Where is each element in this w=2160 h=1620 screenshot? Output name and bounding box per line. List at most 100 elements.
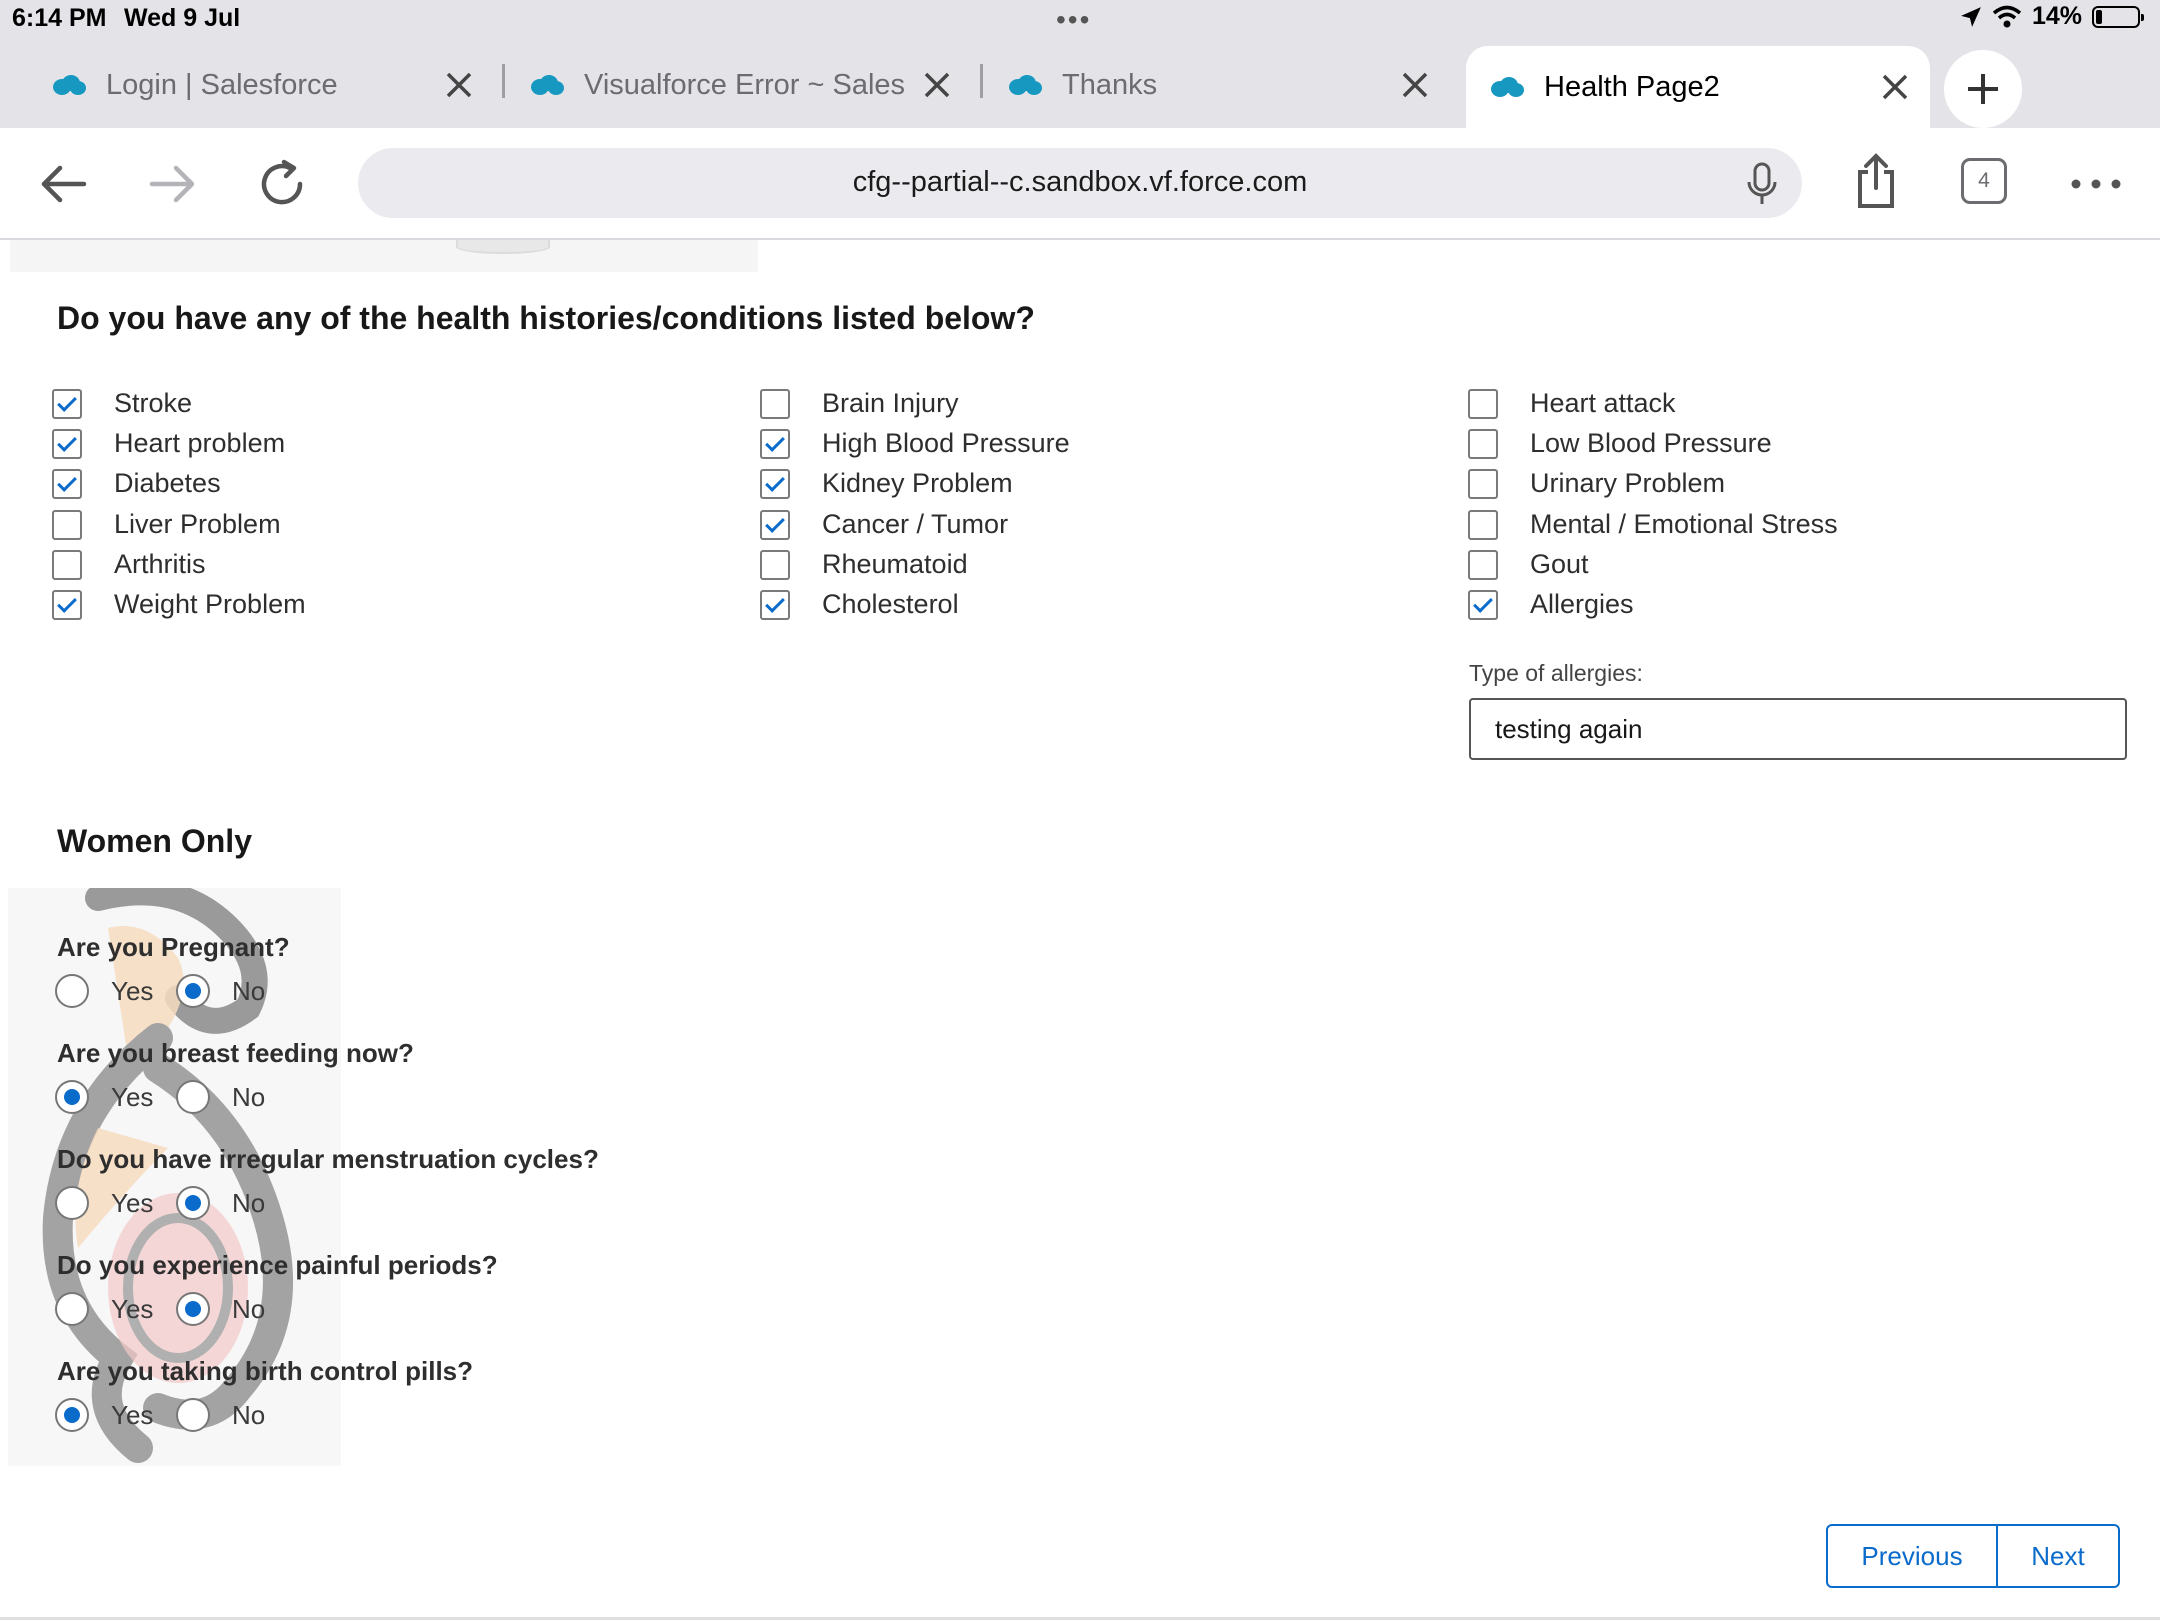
checkbox[interactable]: [760, 388, 790, 419]
radio-button[interactable]: [176, 1292, 210, 1326]
condition-checkbox-item[interactable]: Cholesterol: [760, 589, 959, 620]
condition-checkbox-item[interactable]: Kidney Problem: [760, 468, 1013, 499]
salesforce-cloud-icon: [53, 75, 86, 95]
checkbox-label: High Blood Pressure: [822, 428, 1070, 458]
checkbox[interactable]: [1468, 388, 1498, 419]
address-bar[interactable]: cfg--partial--c.sandbox.vf.force.com: [358, 148, 1802, 218]
checkbox[interactable]: [1468, 509, 1498, 540]
checkbox[interactable]: [760, 468, 790, 499]
radio-option-yes[interactable]: Yes: [55, 1292, 153, 1326]
women-question-label: Are you taking birth control pills?: [57, 1356, 474, 1386]
checkbox-label: Brain Injury: [822, 388, 959, 418]
multitasking-dots-icon[interactable]: •••: [1056, 4, 1091, 36]
checkbox[interactable]: [1468, 589, 1498, 620]
close-tab-icon[interactable]: [1878, 70, 1912, 104]
condition-checkbox-item[interactable]: Weight Problem: [52, 589, 306, 620]
radio-label: Yes: [111, 1293, 154, 1324]
condition-checkbox-item[interactable]: Liver Problem: [52, 509, 281, 540]
radio-button[interactable]: [176, 1186, 210, 1220]
checkbox-label: Weight Problem: [114, 589, 306, 619]
radio-option-yes[interactable]: Yes: [55, 1080, 153, 1114]
condition-checkbox-item[interactable]: Urinary Problem: [1468, 468, 1725, 499]
radio-label: No: [232, 975, 266, 1006]
checkbox-label: Allergies: [1530, 589, 1634, 619]
radio-button[interactable]: [176, 1398, 210, 1432]
checkbox[interactable]: [760, 428, 790, 459]
checkbox[interactable]: [52, 509, 82, 540]
radio-button[interactable]: [55, 1292, 89, 1326]
more-options-icon[interactable]: [2066, 154, 2126, 214]
checkbox[interactable]: [760, 589, 790, 620]
condition-checkbox-item[interactable]: Cancer / Tumor: [760, 509, 1008, 540]
condition-checkbox-item[interactable]: Diabetes: [52, 468, 221, 499]
women-question-label: Do you experience painful periods?: [57, 1250, 498, 1280]
checkbox[interactable]: [1468, 468, 1498, 499]
checkbox[interactable]: [52, 589, 82, 620]
condition-checkbox-item[interactable]: High Blood Pressure: [760, 428, 1070, 459]
location-arrow-icon: [1961, 6, 1981, 27]
checkbox[interactable]: [52, 468, 82, 499]
previous-button[interactable]: Previous: [1828, 1526, 1998, 1586]
allergies-label: Type of allergies:: [1469, 660, 1643, 686]
radio-option-no[interactable]: No: [176, 1398, 265, 1432]
tab-health-page2[interactable]: Health Page2: [1466, 46, 1930, 128]
condition-checkbox-item[interactable]: Low Blood Pressure: [1468, 428, 1772, 459]
checkbox-label: Heart problem: [114, 428, 286, 458]
condition-checkbox-item[interactable]: Brain Injury: [760, 388, 959, 419]
condition-checkbox-item[interactable]: Heart attack: [1468, 388, 1676, 419]
battery-icon: [2092, 5, 2144, 28]
radio-option-no[interactable]: No: [176, 974, 265, 1008]
forward-arrow-icon[interactable]: [142, 154, 202, 214]
condition-checkbox-item[interactable]: Mental / Emotional Stress: [1468, 509, 1838, 540]
radio-button[interactable]: [176, 974, 210, 1008]
radio-option-no[interactable]: No: [176, 1080, 265, 1114]
radio-option-yes[interactable]: Yes: [55, 1398, 153, 1432]
checkbox[interactable]: [52, 388, 82, 419]
radio-option-no[interactable]: No: [176, 1186, 265, 1220]
checkbox-label: Liver Problem: [114, 509, 281, 539]
share-icon[interactable]: [1846, 152, 1906, 212]
radio-button[interactable]: [55, 1186, 89, 1220]
tab-visualforce-error[interactable]: Visualforce Error ~ Sales: [522, 54, 972, 116]
checkbox[interactable]: [1468, 549, 1498, 580]
condition-checkbox-item[interactable]: Allergies: [1468, 589, 1634, 620]
pagination-buttons: Previous Next: [1826, 1524, 2120, 1588]
condition-checkbox-item[interactable]: Arthritis: [52, 549, 206, 580]
tab-thanks[interactable]: Thanks: [1000, 54, 1450, 116]
microphone-icon[interactable]: [1742, 162, 1782, 206]
salesforce-cloud-icon: [1491, 77, 1524, 97]
radio-option-yes[interactable]: Yes: [55, 974, 153, 1008]
reload-icon[interactable]: [252, 154, 312, 214]
radio-button[interactable]: [55, 1398, 89, 1432]
status-indicators: 14%: [1960, 2, 2144, 31]
condition-checkbox-item[interactable]: Gout: [1468, 549, 1589, 580]
allergies-input[interactable]: [1469, 698, 2127, 760]
checkbox[interactable]: [1468, 428, 1498, 459]
radio-button[interactable]: [176, 1080, 210, 1114]
checkbox[interactable]: [52, 428, 82, 459]
tab-count-button[interactable]: 4: [1961, 158, 2007, 204]
condition-checkbox-item[interactable]: Rheumatoid: [760, 549, 968, 580]
radio-button[interactable]: [55, 974, 89, 1008]
radio-label: No: [232, 1081, 266, 1112]
close-tab-icon[interactable]: [920, 68, 954, 102]
tab-bar: Login | Salesforce Visualforce Error ~ S…: [0, 40, 2160, 128]
condition-checkbox-item[interactable]: Heart problem: [52, 428, 285, 459]
radio-button[interactable]: [55, 1080, 89, 1114]
condition-checkbox-item[interactable]: Stroke: [52, 388, 192, 419]
checkbox[interactable]: [52, 549, 82, 580]
checkbox-label: Stroke: [114, 388, 193, 418]
checkbox[interactable]: [760, 549, 790, 580]
radio-option-yes[interactable]: Yes: [55, 1186, 153, 1220]
tab-label: Health Page2: [1544, 70, 1720, 103]
women-only-heading: Women Only: [57, 823, 252, 859]
radio-option-no[interactable]: No: [176, 1292, 265, 1326]
close-tab-icon[interactable]: [1398, 68, 1432, 102]
checkbox-label: Heart attack: [1530, 388, 1676, 418]
checkbox[interactable]: [760, 509, 790, 540]
tab-login-salesforce[interactable]: Login | Salesforce: [44, 54, 494, 116]
back-arrow-icon[interactable]: [34, 154, 94, 214]
close-tab-icon[interactable]: [442, 68, 476, 102]
new-tab-button[interactable]: [1944, 50, 2022, 128]
next-button[interactable]: Next: [1998, 1526, 2118, 1586]
